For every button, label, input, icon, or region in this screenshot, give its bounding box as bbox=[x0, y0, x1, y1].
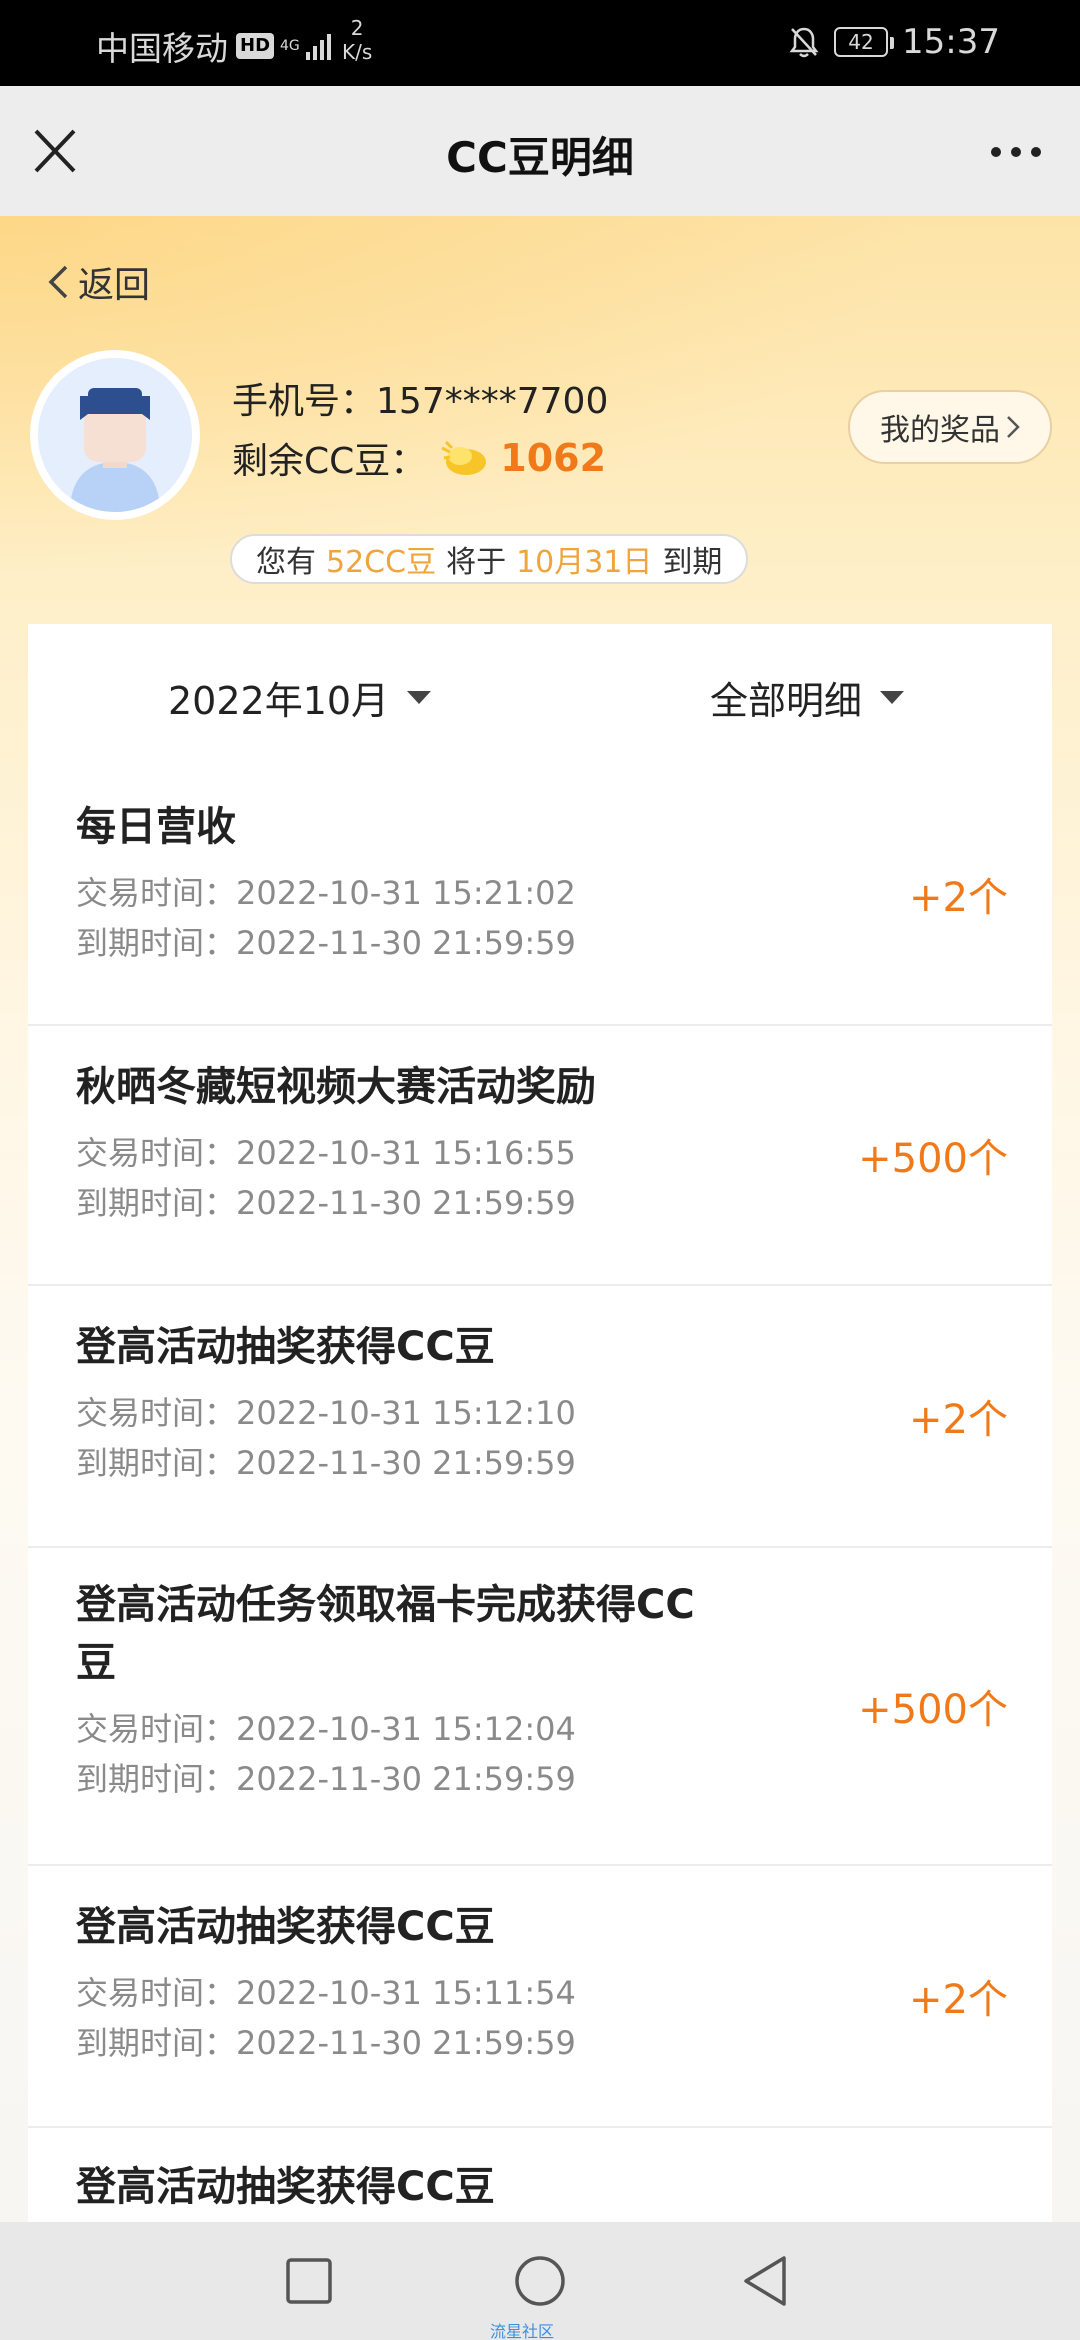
chevron-right-icon bbox=[1007, 416, 1020, 438]
recent-apps-icon[interactable] bbox=[280, 2252, 338, 2310]
trade-time: 2022-10-31 15:11:54 bbox=[236, 1974, 576, 2012]
list-item[interactable]: 登高活动任务领取福卡完成获得CC豆 交易时间：2022-10-31 15:12:… bbox=[28, 1548, 1052, 1866]
list-item[interactable]: 秋晒冬藏短视频大赛活动奖励 交易时间：2022-10-31 15:16:55 到… bbox=[28, 1026, 1052, 1286]
list-item[interactable]: 登高活动抽奖获得CC豆 交易时间：2022-10-31 15:11:54 到期时… bbox=[28, 1866, 1052, 2128]
trade-time-row: 交易时间：2022-10-31 15:21:02 bbox=[76, 868, 1004, 918]
record-name: 登高活动抽奖获得CC豆 bbox=[76, 1904, 495, 1950]
expire-time-label: 到期时间： bbox=[76, 2024, 237, 2062]
trade-time: 2022-10-31 15:12:10 bbox=[236, 1394, 576, 1432]
battery-level: 42 bbox=[848, 30, 874, 54]
back-button[interactable]: 返回 bbox=[46, 256, 150, 308]
expire-time-row: 到期时间：2022-11-30 21:59:59 bbox=[76, 1754, 1004, 1804]
beans-line: 剩余CC豆： 1062 bbox=[232, 432, 606, 484]
record-amount: +2个 bbox=[909, 1977, 1008, 2023]
home-icon[interactable] bbox=[511, 2252, 569, 2310]
records-card: 2022年10月 全部明细 每日营收 交易时间：2022-10-31 15:21… bbox=[28, 624, 1052, 2226]
beans-label: 剩余CC豆： bbox=[232, 441, 427, 482]
expire-time-row: 到期时间：2022-11-30 21:59:59 bbox=[76, 918, 1004, 968]
expire-time-row: 到期时间：2022-11-30 21:59:59 bbox=[76, 1178, 1004, 1228]
month-filter-label: 2022年10月 bbox=[168, 679, 390, 723]
trade-time-row: 交易时间：2022-10-31 15:11:54 bbox=[76, 1968, 1004, 2018]
expiry-middle: 将于 bbox=[446, 545, 507, 580]
system-nav-bar: 流星社区 bbox=[0, 2222, 1080, 2340]
trade-time-label: 交易时间： bbox=[76, 1134, 237, 1172]
expire-time-row: 到期时间：2022-11-30 21:59:59 bbox=[76, 2018, 1004, 2068]
hd-badge: HD bbox=[236, 33, 275, 59]
caret-down-icon bbox=[407, 691, 432, 704]
more-options-icon[interactable] bbox=[986, 134, 1046, 170]
expire-time-label: 到期时间： bbox=[76, 1760, 237, 1798]
speed-value: 2 bbox=[350, 16, 364, 40]
clock: 15:37 bbox=[902, 22, 1000, 62]
list-item[interactable]: 登高活动抽奖获得CC豆 交易时间：2022-10-31 15:12:10 到期时… bbox=[28, 1286, 1052, 1548]
expire-time-label: 到期时间： bbox=[76, 1184, 237, 1222]
phone-line: 手机号：157****7700 bbox=[232, 372, 608, 424]
record-name: 登高活动抽奖获得CC豆 bbox=[76, 2164, 495, 2210]
trade-time: 2022-10-31 15:21:02 bbox=[236, 874, 576, 912]
expiry-suffix: 到期 bbox=[662, 545, 723, 580]
expire-time-label: 到期时间： bbox=[76, 924, 237, 962]
network-speed: 2 K/s bbox=[342, 16, 372, 64]
trade-time: 2022-10-31 15:16:55 bbox=[236, 1134, 576, 1172]
trade-time-label: 交易时间： bbox=[76, 1974, 237, 2012]
avatar[interactable] bbox=[30, 350, 200, 520]
expiry-date: 10月31日 bbox=[516, 545, 653, 580]
expire-time: 2022-11-30 21:59:59 bbox=[236, 1184, 576, 1222]
record-amount: +2个 bbox=[909, 1397, 1008, 1443]
trade-time-label: 交易时间： bbox=[76, 874, 237, 912]
expire-time: 2022-11-30 21:59:59 bbox=[236, 2024, 576, 2062]
my-prizes-label: 我的奖品 bbox=[880, 413, 1000, 448]
record-amount: +500个 bbox=[858, 1136, 1008, 1182]
back-triangle-icon[interactable] bbox=[738, 2252, 796, 2310]
back-label: 返回 bbox=[78, 265, 151, 306]
trade-time-label: 交易时间： bbox=[76, 1394, 237, 1432]
title-bar: CC豆明细 bbox=[0, 86, 1080, 216]
record-name: 登高活动任务领取福卡完成获得CC豆 bbox=[76, 1582, 695, 1686]
type-filter-dropdown[interactable]: 全部明细 bbox=[710, 670, 905, 725]
type-filter-label: 全部明细 bbox=[710, 679, 863, 723]
expire-time-row: 到期时间：2022-11-30 21:59:59 bbox=[76, 1438, 1004, 1488]
network-type: 4G bbox=[280, 38, 300, 54]
record-name: 登高活动抽奖获得CC豆 bbox=[76, 1324, 495, 1370]
status-left: 中国移动 HD 4G bbox=[96, 22, 331, 70]
expire-time-label: 到期时间： bbox=[76, 1444, 237, 1482]
caret-down-icon bbox=[880, 691, 905, 704]
expire-time: 2022-11-30 21:59:59 bbox=[236, 1760, 576, 1798]
chevron-left-icon bbox=[48, 265, 68, 299]
user-avatar-icon bbox=[38, 358, 192, 512]
speed-unit: K/s bbox=[342, 40, 373, 64]
trade-time-label: 交易时间： bbox=[76, 1710, 237, 1748]
record-name: 每日营收 bbox=[76, 804, 236, 850]
month-filter-dropdown[interactable]: 2022年10月 bbox=[168, 670, 432, 725]
expire-time: 2022-11-30 21:59:59 bbox=[236, 1444, 576, 1482]
expiry-prefix: 您有 bbox=[256, 545, 316, 580]
bell-muted-icon bbox=[789, 27, 819, 58]
beans-balance: 1062 bbox=[500, 436, 607, 480]
watermark: 流星社区 bbox=[490, 2322, 555, 2340]
record-amount: +2个 bbox=[909, 875, 1008, 921]
trade-time: 2022-10-31 15:12:04 bbox=[236, 1710, 576, 1748]
list-item[interactable]: 登高活动抽奖获得CC豆 bbox=[28, 2128, 1052, 2226]
filter-row: 2022年10月 全部明细 bbox=[28, 624, 1052, 764]
page-title: CC豆明细 bbox=[446, 133, 634, 182]
trade-time-row: 交易时间：2022-10-31 15:12:10 bbox=[76, 1388, 1004, 1438]
list-item[interactable]: 每日营收 交易时间：2022-10-31 15:21:02 到期时间：2022-… bbox=[28, 764, 1052, 1026]
expiry-notice: 您有 52CC豆 将于 10月31日 到期 bbox=[230, 534, 749, 584]
status-bar: 中国移动 HD 4G 2 K/s 42 15:37 bbox=[0, 0, 1080, 86]
record-name: 秋晒冬藏短视频大赛活动奖励 bbox=[76, 1064, 596, 1110]
expiry-amount: 52CC豆 bbox=[326, 545, 437, 580]
my-prizes-button[interactable]: 我的奖品 bbox=[848, 390, 1052, 464]
carrier-name: 中国移动 bbox=[96, 29, 228, 68]
status-right: 42 15:37 bbox=[788, 22, 1000, 62]
bean-icon bbox=[441, 440, 487, 475]
signal-icon bbox=[305, 32, 331, 60]
record-amount: +500个 bbox=[858, 1687, 1008, 1733]
expire-time: 2022-11-30 21:59:59 bbox=[236, 924, 576, 962]
phone-number: 157****7700 bbox=[376, 381, 609, 422]
phone-label: 手机号： bbox=[232, 381, 377, 422]
battery-icon: 42 bbox=[834, 27, 895, 57]
